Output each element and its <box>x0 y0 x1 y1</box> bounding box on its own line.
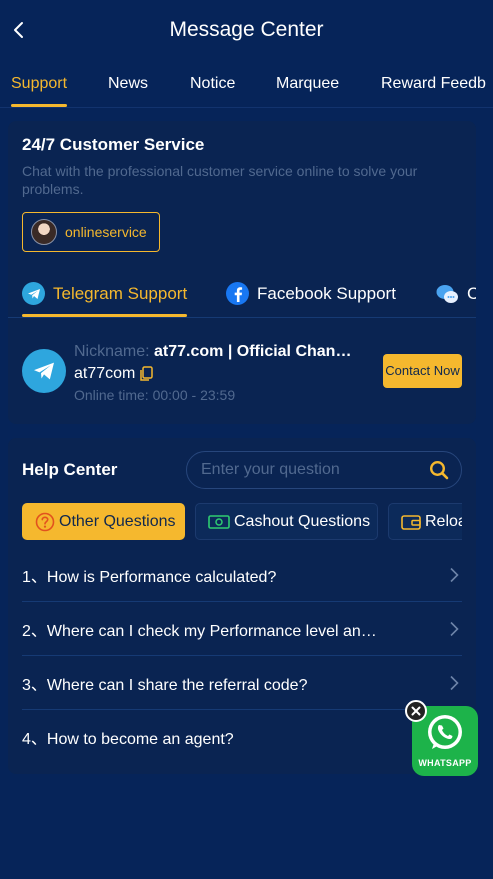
tab-chat-support[interactable]: C <box>436 270 476 317</box>
faq-question: 3、Where can I share the referral code? <box>22 676 308 694</box>
page-title: Message Center <box>169 18 324 41</box>
header: Message Center <box>0 0 493 60</box>
avatar <box>31 219 57 245</box>
account-line: at77com <box>74 365 154 383</box>
nickname-line: Nickname: at77.com | Official Chan… <box>74 343 374 361</box>
chevron-right-icon <box>450 675 459 691</box>
search-box <box>186 451 462 489</box>
faq-question: 1、How is Performance calculated? <box>22 568 277 586</box>
facebook-icon <box>226 282 249 305</box>
wallet-icon <box>401 514 421 530</box>
online-service-button[interactable]: onlineservice <box>22 212 160 252</box>
category-cashout-label: Cashout Questions <box>234 512 371 530</box>
back-button[interactable] <box>8 18 28 42</box>
help-center-title: Help Center <box>22 460 118 479</box>
tab-news[interactable]: News <box>108 60 148 107</box>
category-reload-label: Reloa <box>425 512 462 530</box>
question-icon <box>35 512 55 531</box>
whatsapp-icon <box>428 715 462 749</box>
account-value: at77com <box>74 365 136 382</box>
online-time-label: Online time: <box>74 387 149 403</box>
category-other-questions[interactable]: Other Questions <box>22 503 185 540</box>
faq-question: 4、How to become an agent? <box>22 731 234 748</box>
nickname-label: Nickname: <box>74 343 150 360</box>
facebook-support-label: Facebook Support <box>257 283 396 303</box>
contact-now-button[interactable]: Contact Now <box>383 354 462 388</box>
whatsapp-label: WHATSAPP <box>418 758 472 768</box>
category-other-label: Other Questions <box>59 512 176 530</box>
customer-service-title: 24/7 Customer Service <box>22 135 205 154</box>
nickname-value: at77.com | Official Chan… <box>154 343 352 360</box>
tab-support[interactable]: Support <box>11 60 68 107</box>
chat-support-label: C <box>467 284 476 304</box>
copy-icon[interactable] <box>139 366 154 382</box>
tab-notice[interactable]: Notice <box>190 60 235 107</box>
telegram-logo-icon <box>22 349 66 393</box>
faq-item[interactable]: 3、Where can I share the referral code? <box>22 656 462 710</box>
telegram-icon <box>22 282 45 305</box>
close-icon[interactable] <box>405 700 427 722</box>
search-icon[interactable] <box>429 460 449 480</box>
tab-bar: Support News Notice Marquee Reward Feedb <box>0 60 493 108</box>
customer-service-description: Chat with the professional customer serv… <box>22 163 418 197</box>
online-time-value: 00:00 - 23:59 <box>152 387 236 403</box>
whatsapp-float-button[interactable]: WHATSAPP <box>405 700 485 780</box>
tab-facebook-support[interactable]: Facebook Support <box>226 270 396 317</box>
support-channel-tabs: Telegram Support Facebook Support C <box>8 270 476 318</box>
chat-icon <box>436 282 459 305</box>
telegram-support-label: Telegram Support <box>53 283 188 303</box>
online-service-label: onlineservice <box>65 224 147 240</box>
chevron-right-icon <box>450 567 459 583</box>
faq-item[interactable]: 1、How is Performance calculated? <box>22 548 462 602</box>
tab-reward-feedback[interactable]: Reward Feedb <box>381 60 486 107</box>
tab-telegram-support[interactable]: Telegram Support <box>22 270 188 317</box>
cash-icon <box>208 514 230 529</box>
faq-item[interactable]: 2、Where can I check my Performance level… <box>22 602 462 656</box>
category-reload-questions[interactable]: Reloa <box>388 503 462 540</box>
tab-marquee[interactable]: Marquee <box>276 60 339 107</box>
online-time-line: Online time: 00:00 - 23:59 <box>74 387 235 403</box>
customer-service-card: 24/7 Customer Service Chat with the prof… <box>8 121 476 424</box>
question-categories: Other Questions Cashout Questions Reloa <box>22 503 462 541</box>
search-input[interactable] <box>201 452 421 488</box>
faq-question: 2、Where can I check my Performance level… <box>22 622 377 640</box>
faq-item[interactable]: 4、How to become an agent? <box>22 710 462 764</box>
chevron-left-icon <box>14 22 23 38</box>
telegram-contact-row: Nickname: at77.com | Official Chan… at77… <box>22 343 462 403</box>
category-cashout-questions[interactable]: Cashout Questions <box>195 503 378 540</box>
chevron-right-icon <box>450 621 459 637</box>
faq-list: 1、How is Performance calculated? 2、Where… <box>22 548 462 764</box>
